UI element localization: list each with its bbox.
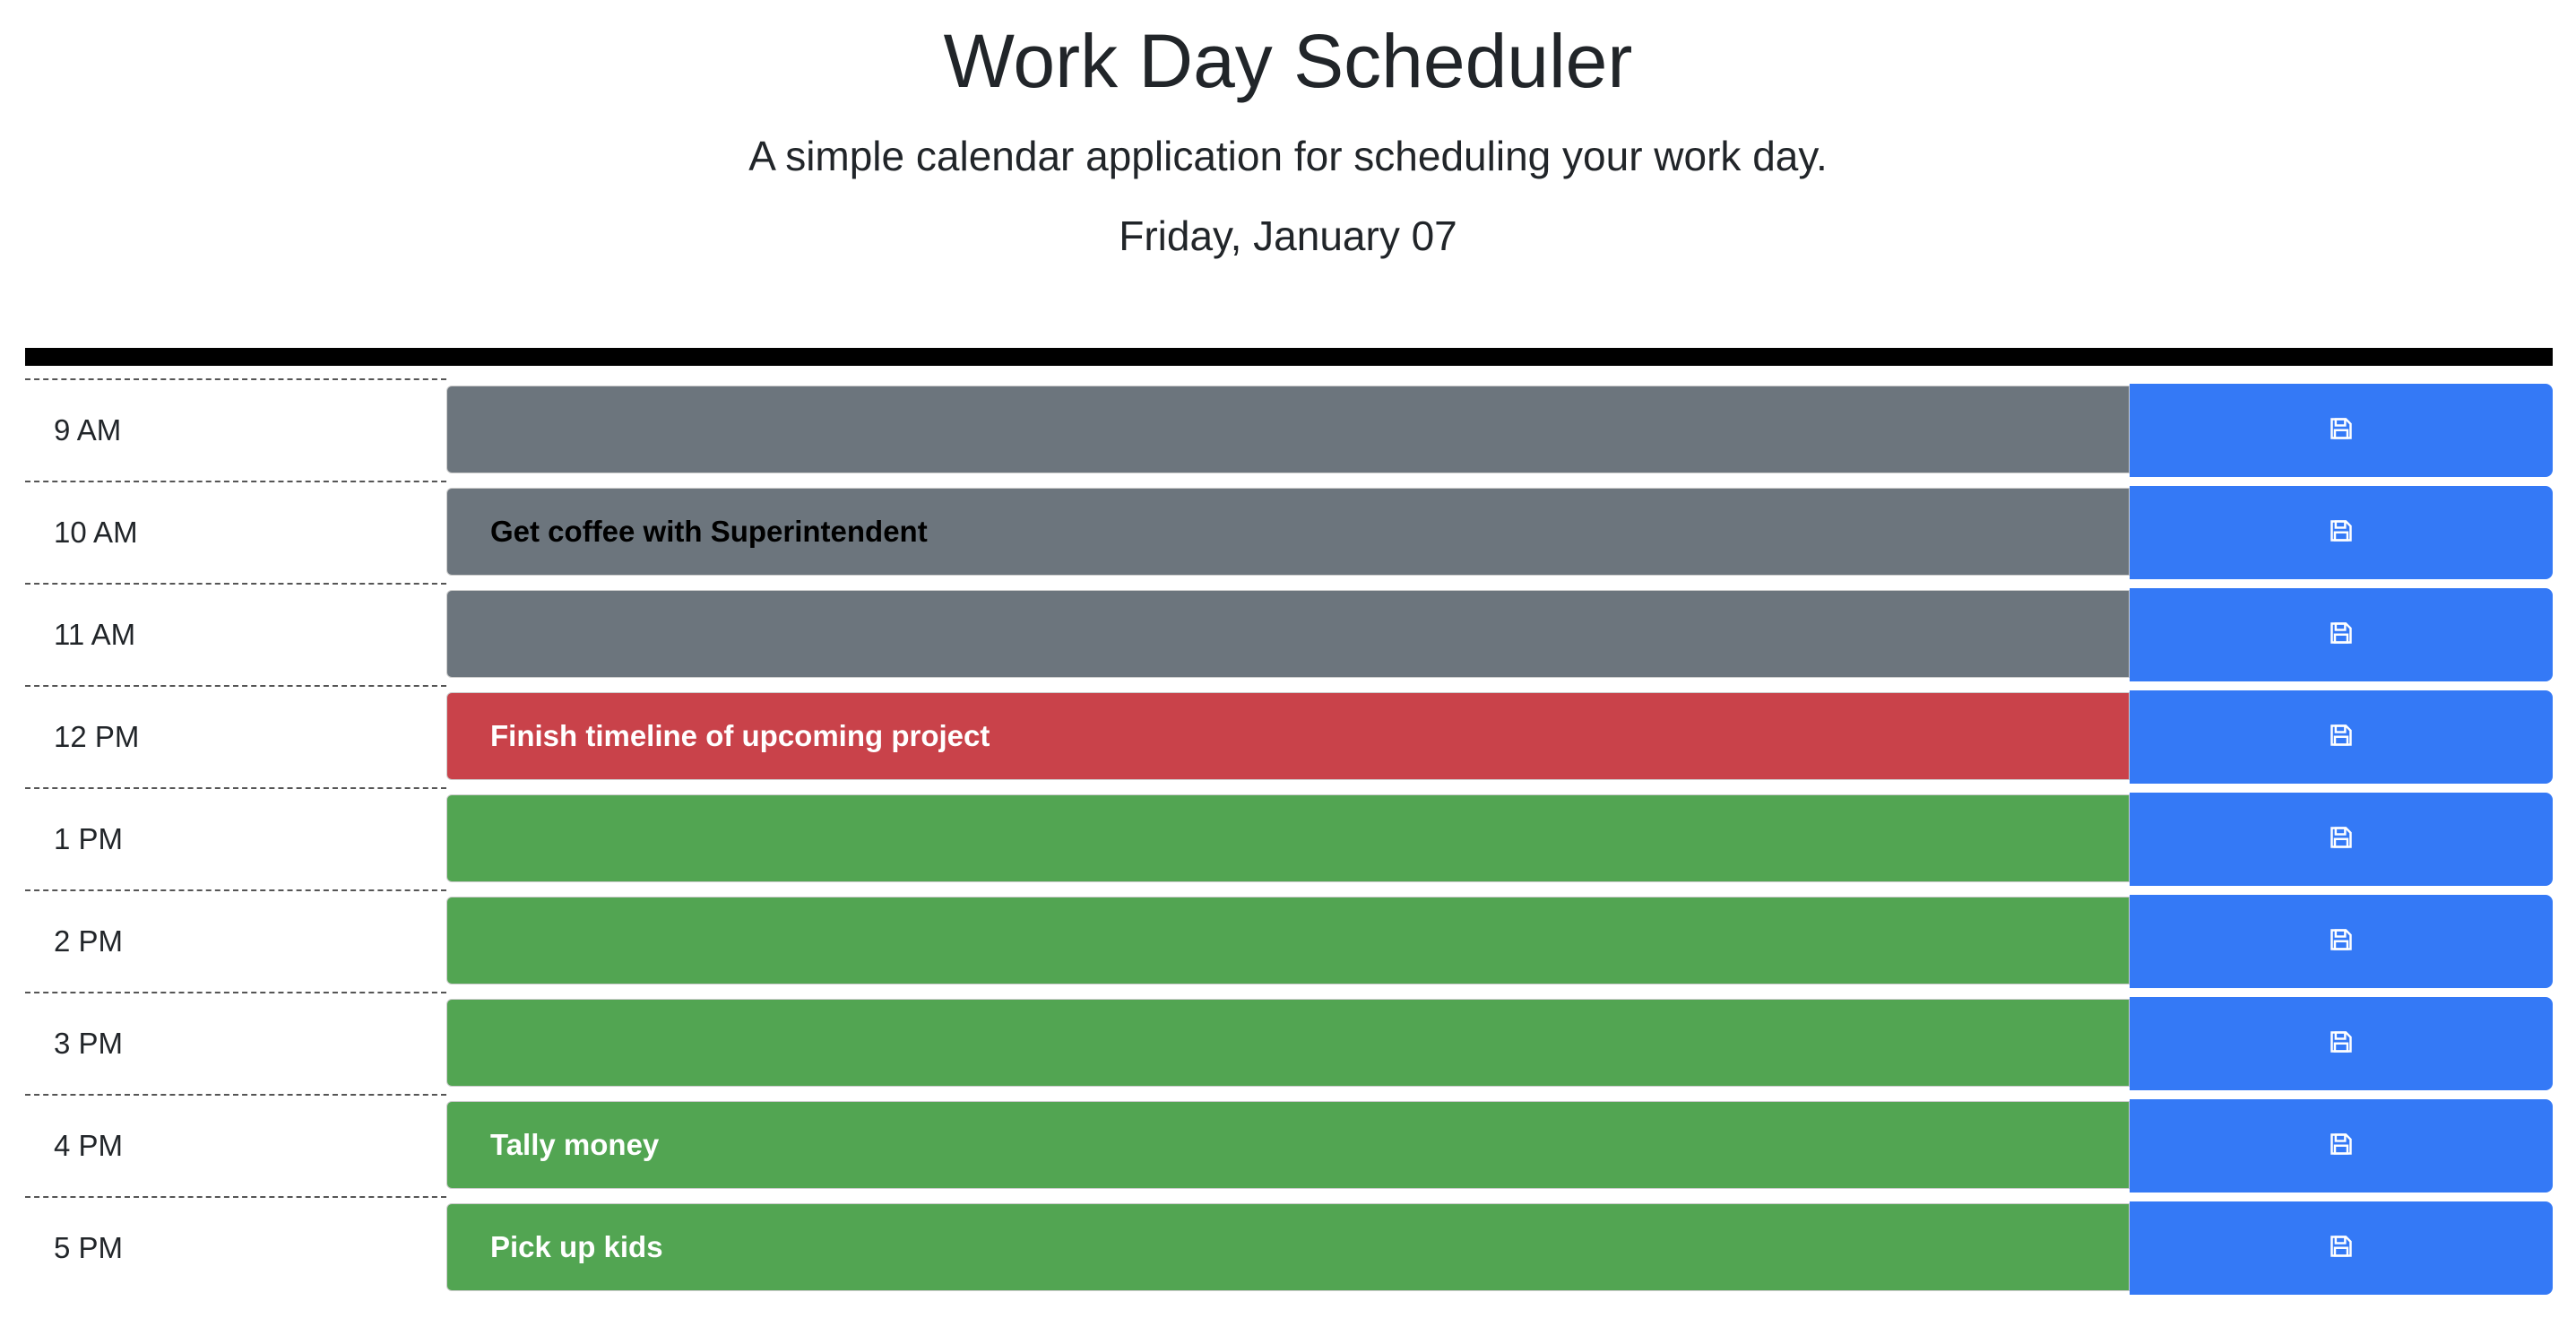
hour-label: 11 AM: [25, 583, 446, 685]
save-button[interactable]: [2130, 997, 2553, 1090]
time-block-row: 1 PM: [25, 787, 2553, 889]
floppy-disk-icon: [2329, 1233, 2354, 1264]
save-button[interactable]: [2130, 793, 2553, 886]
event-textarea[interactable]: [446, 999, 2130, 1087]
time-block-row: 12 PM Finish timeline of upcoming project: [25, 685, 2553, 787]
save-button[interactable]: [2130, 895, 2553, 988]
time-block-row: 11 AM: [25, 583, 2553, 685]
event-textarea[interactable]: [446, 386, 2130, 473]
hour-label: 10 AM: [25, 481, 446, 583]
event-textarea[interactable]: [446, 590, 2130, 678]
floppy-disk-icon: [2329, 1131, 2354, 1162]
time-block-row: 9 AM: [25, 378, 2553, 481]
hour-label: 1 PM: [25, 787, 446, 889]
save-button[interactable]: [2130, 690, 2553, 784]
save-button[interactable]: [2130, 486, 2553, 579]
floppy-disk-icon: [2329, 620, 2354, 651]
time-block-row: 2 PM: [25, 889, 2553, 992]
save-button[interactable]: [2130, 384, 2553, 477]
floppy-disk-icon: [2329, 517, 2354, 549]
floppy-disk-icon: [2329, 1028, 2354, 1060]
page-title: Work Day Scheduler: [943, 19, 1633, 103]
event-textarea[interactable]: Pick up kids: [446, 1203, 2130, 1291]
hour-label: 2 PM: [25, 889, 446, 992]
scheduler-page: Work Day Scheduler A simple calendar app…: [0, 0, 2576, 1327]
event-textarea[interactable]: Get coffee with Superintendent: [446, 488, 2130, 576]
floppy-disk-icon: [2329, 824, 2354, 855]
time-block-list: 9 AM 10 AM Get coffee with Superintendent 1…: [25, 378, 2553, 1298]
save-button[interactable]: [2130, 588, 2553, 681]
current-day: Friday, January 07: [1119, 212, 1457, 259]
time-block-row: 4 PM Tally money: [25, 1094, 2553, 1196]
hour-label: 3 PM: [25, 992, 446, 1094]
floppy-disk-icon: [2329, 415, 2354, 447]
jumbotron: Work Day Scheduler A simple calendar app…: [0, 0, 2576, 261]
save-button[interactable]: [2130, 1201, 2553, 1295]
floppy-disk-icon: [2329, 926, 2354, 958]
time-block-row: 3 PM: [25, 992, 2553, 1094]
header-divider: [25, 348, 2553, 366]
time-block-row: 10 AM Get coffee with Superintendent: [25, 481, 2553, 583]
event-textarea[interactable]: Tally money: [446, 1101, 2130, 1189]
hour-label: 5 PM: [25, 1196, 446, 1298]
floppy-disk-icon: [2329, 722, 2354, 753]
event-textarea[interactable]: Finish timeline of upcoming project: [446, 692, 2130, 780]
time-block-row: 5 PM Pick up kids: [25, 1196, 2553, 1298]
hour-label: 12 PM: [25, 685, 446, 787]
event-textarea[interactable]: [446, 897, 2130, 984]
hour-label: 9 AM: [25, 378, 446, 481]
page-lead: A simple calendar application for schedu…: [748, 132, 1828, 179]
hour-label: 4 PM: [25, 1094, 446, 1196]
event-textarea[interactable]: [446, 794, 2130, 882]
save-button[interactable]: [2130, 1099, 2553, 1193]
